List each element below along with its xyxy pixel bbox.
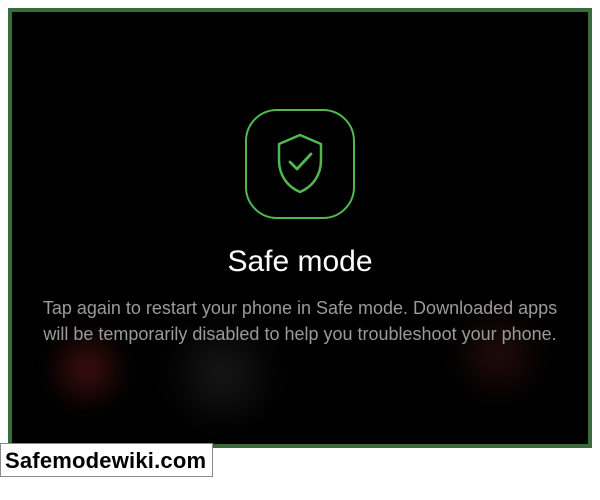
safe-mode-dialog[interactable]: Safe mode Tap again to restart your phon… (8, 8, 592, 448)
shield-check-icon (271, 132, 329, 196)
dialog-description: Tap again to restart your phone in Safe … (40, 295, 560, 347)
watermark: Safemodewiki.com (0, 443, 213, 477)
dialog-title: Safe mode (227, 245, 372, 279)
watermark-text: Safemodewiki.com (5, 448, 206, 474)
safe-mode-icon-frame (245, 109, 355, 219)
